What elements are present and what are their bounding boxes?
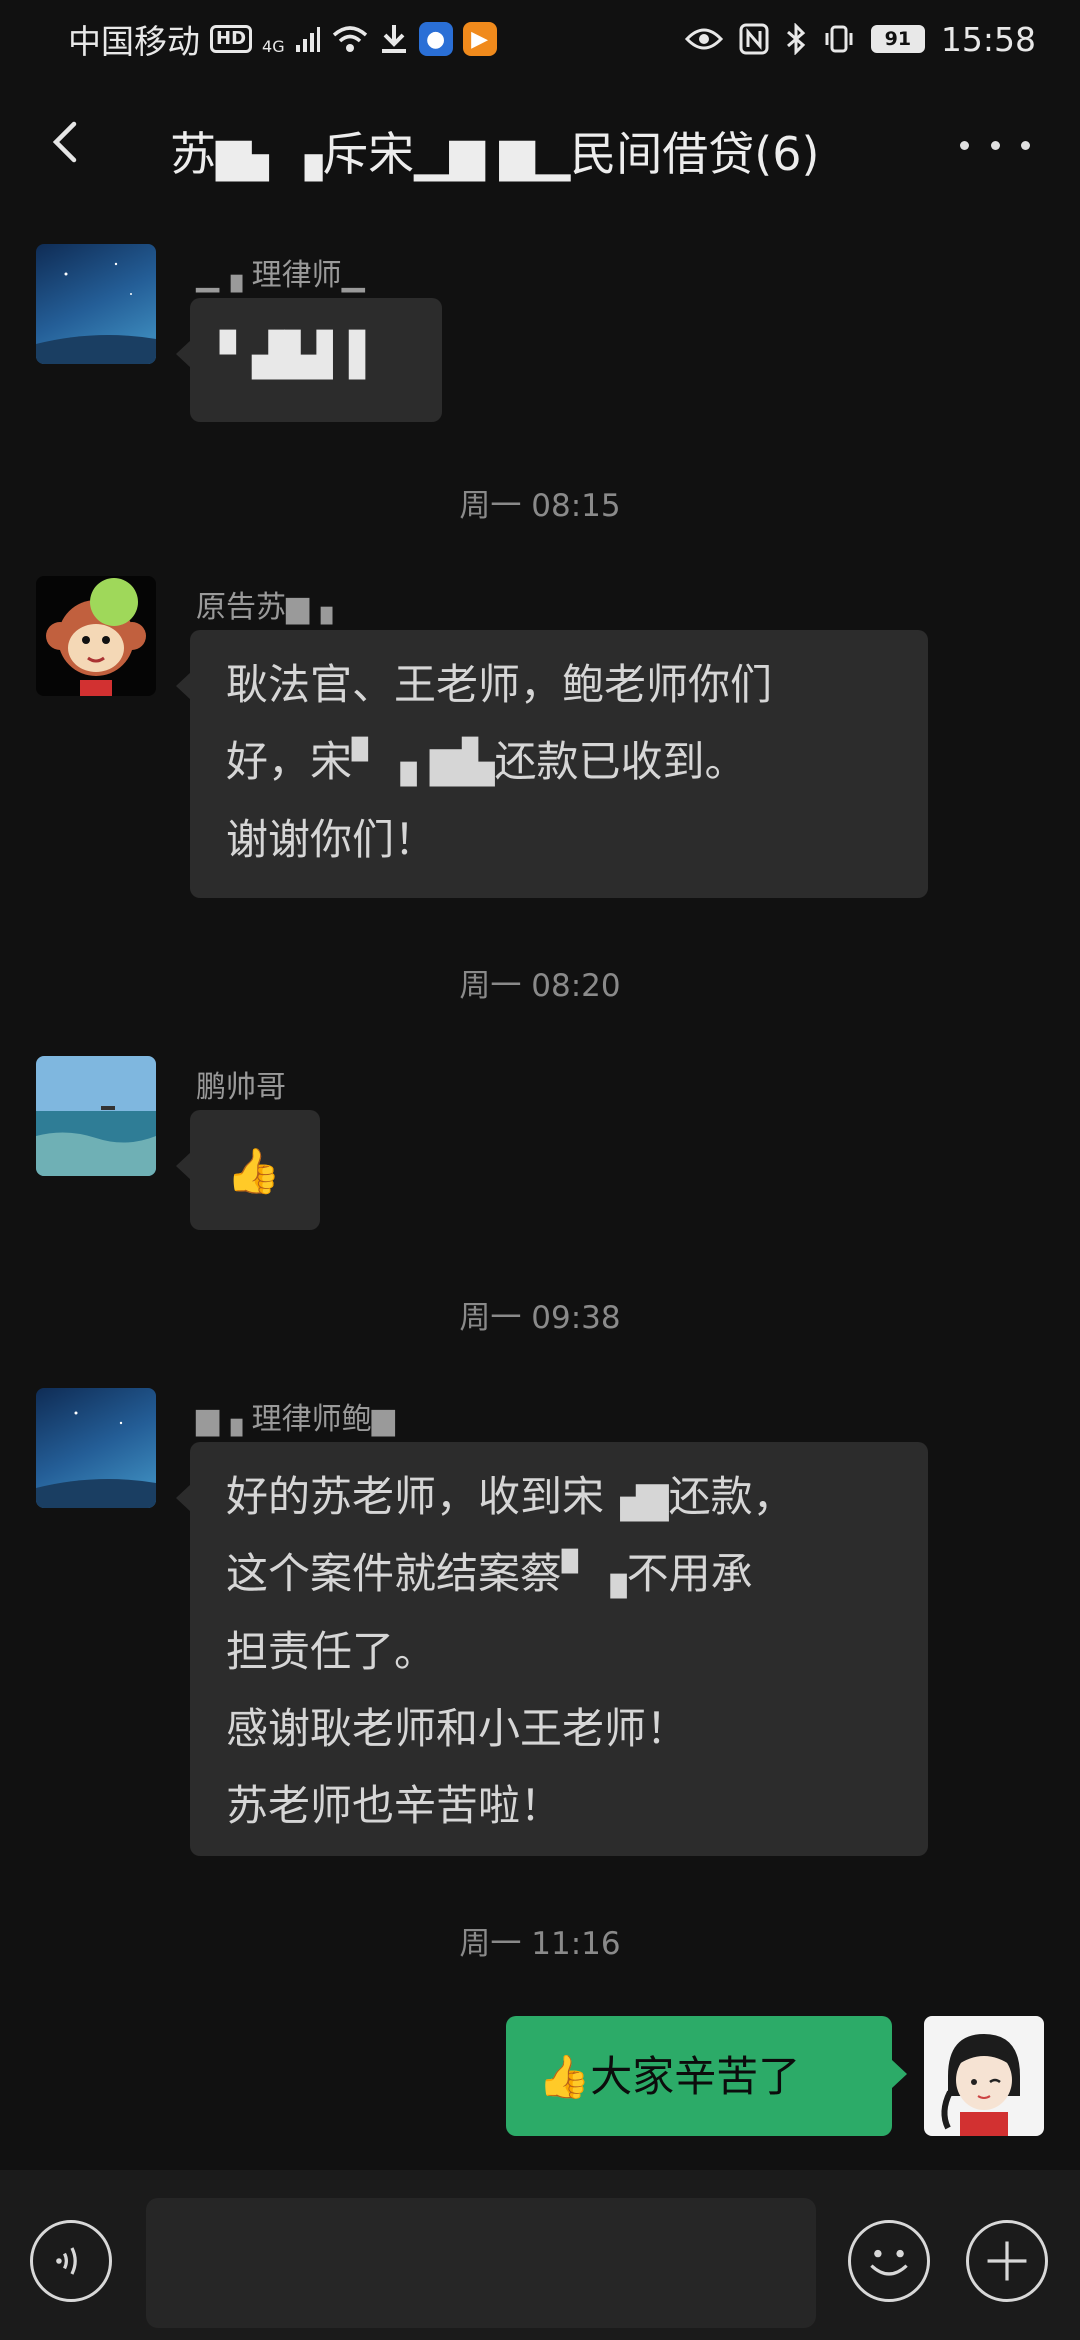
message-text: 好的苏老师，收到宋▗▆还款， bbox=[226, 1472, 795, 1521]
message-text: 谢谢你们！ bbox=[226, 814, 437, 864]
eye-icon bbox=[684, 28, 723, 50]
signal-icon bbox=[295, 27, 320, 52]
chat-header: 苏▆▖▗斥宋▁▆ ▆▁民间借贷(6) bbox=[0, 90, 1080, 200]
sender-name: ▁▗ 理律师▁ bbox=[196, 258, 365, 293]
back-chevron-icon[interactable] bbox=[36, 112, 96, 172]
clock: 15:58 bbox=[940, 19, 1036, 59]
avatar[interactable] bbox=[36, 1388, 156, 1508]
avatar[interactable] bbox=[36, 576, 156, 696]
emoji-icon[interactable] bbox=[848, 2220, 930, 2302]
input-bar bbox=[0, 2170, 1080, 2340]
plus-icon[interactable] bbox=[966, 2220, 1048, 2302]
carrier-label: 中国移动 bbox=[68, 22, 200, 61]
voice-input-icon[interactable] bbox=[30, 2220, 112, 2302]
nfc-icon bbox=[739, 23, 769, 55]
more-options-icon[interactable] bbox=[960, 120, 1030, 170]
avatar[interactable] bbox=[36, 244, 156, 364]
message-input[interactable] bbox=[146, 2198, 816, 2328]
sea-avatar-icon bbox=[36, 1056, 156, 1176]
message-text: ▘▟▙▌▌ bbox=[220, 330, 382, 379]
timestamp: 周一 08:15 bbox=[459, 488, 621, 524]
message-bubble[interactable]: ▘▟▙▌▌ bbox=[176, 298, 442, 422]
bulb-app-icon: ● bbox=[418, 22, 453, 56]
wifi-icon bbox=[332, 26, 367, 52]
my-message-bubble[interactable]: 👍大家辛苦了 bbox=[506, 2016, 907, 2136]
message-bubble[interactable]: 👍 bbox=[176, 1110, 320, 1230]
download-icon bbox=[381, 25, 406, 53]
chat-title: 苏▆▖▗斥宋▁▆ ▆▁民间借贷(6) bbox=[170, 127, 820, 181]
message-text: 感谢耿老师和小王老师！ bbox=[226, 1703, 689, 1753]
sender-name: 原告苏▆▗ bbox=[196, 590, 333, 625]
timestamp: 周一 11:16 bbox=[459, 1926, 621, 1962]
message-text: 👍大家辛苦了 bbox=[538, 2052, 801, 2101]
vibrate-icon bbox=[825, 25, 853, 53]
sender-name: 鹏帅哥 bbox=[196, 1070, 286, 1105]
message-bubble[interactable]: 好的苏老师，收到宋▗▆还款， 这个案件就结案蔡▘▗不用承 担责任了。 感谢耿老师… bbox=[176, 1442, 928, 1856]
video-app-icon: ▶ bbox=[462, 22, 497, 56]
message-text: 好，宋▘▗ ▆▙还款已收到。 bbox=[226, 737, 747, 787]
bluetooth-icon bbox=[786, 23, 806, 55]
timestamp: 周一 08:20 bbox=[459, 968, 621, 1004]
message-bubble[interactable]: 耿法官、王老师，鲍老师你们 好，宋▘▗ ▆▙还款已收到。 谢谢你们！ bbox=[176, 630, 928, 898]
girl-cartoon-avatar-icon bbox=[924, 2016, 1044, 2136]
timestamp: 周一 09:38 bbox=[459, 1300, 621, 1336]
hd-icon: HD bbox=[210, 25, 253, 53]
message-text: 耿法官、王老师，鲍老师你们 bbox=[226, 660, 773, 709]
my-avatar[interactable] bbox=[924, 2016, 1044, 2136]
network-label: 4G bbox=[262, 36, 285, 56]
night-sky-avatar-icon bbox=[36, 1388, 156, 1508]
thumbs-up-emoji: 👍 bbox=[226, 1146, 281, 1197]
message-text: 苏老师也辛苦啦！ bbox=[226, 1781, 563, 1831]
battery-icon: 91 bbox=[870, 25, 925, 53]
monkey-avatar-icon bbox=[36, 576, 156, 696]
status-bar: 中国移动 HD 4G ● ▶ 91 15:58 bbox=[0, 0, 1080, 78]
sender-name: ▆▗ 理律师鲍▆ bbox=[196, 1402, 395, 1437]
message-text: 担责任了。 bbox=[226, 1626, 437, 1676]
message-text: 这个案件就结案蔡▘▗不用承 bbox=[226, 1549, 753, 1599]
night-sky-avatar-icon bbox=[36, 244, 156, 364]
avatar[interactable] bbox=[36, 1056, 156, 1176]
